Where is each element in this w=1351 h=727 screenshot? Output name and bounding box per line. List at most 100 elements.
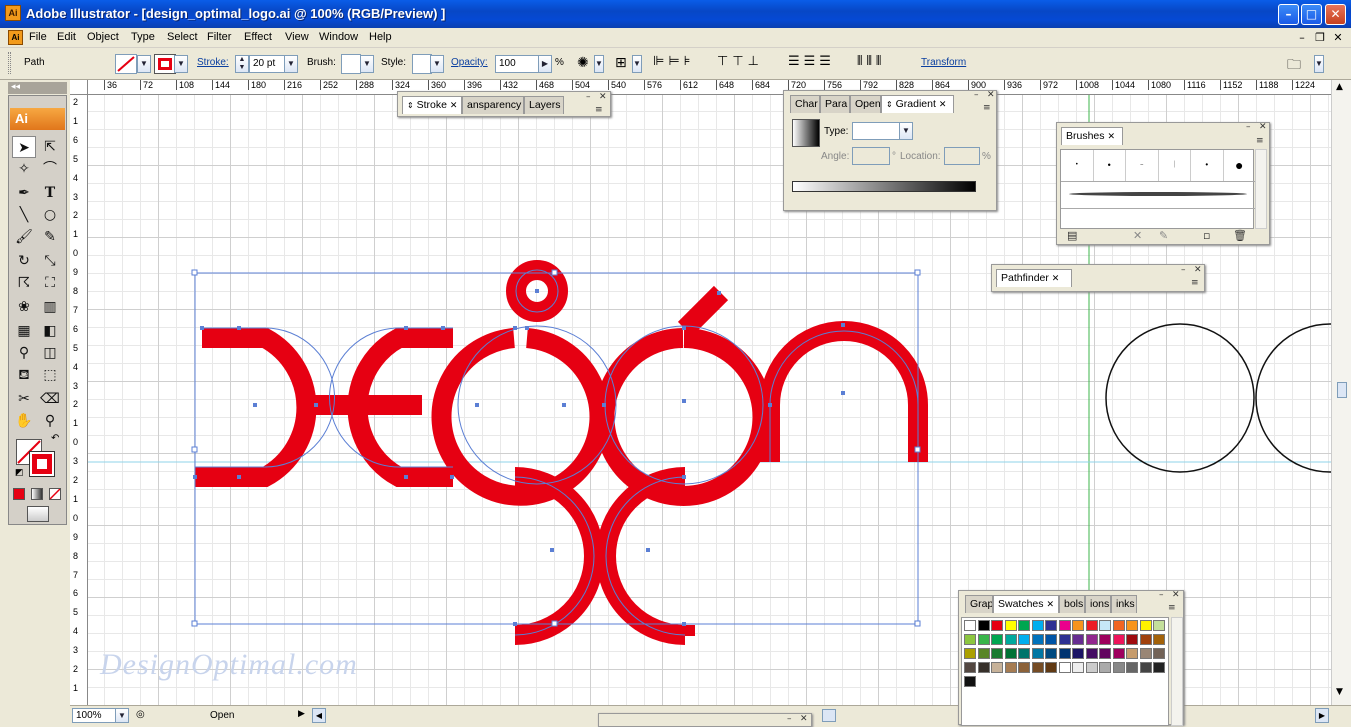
brush-stroke-charcoal[interactable] [1069, 192, 1247, 196]
zoom-tool-icon[interactable]: ⚲ [38, 410, 62, 432]
color-swatch[interactable] [1139, 662, 1152, 673]
color-swatch[interactable] [1085, 662, 1098, 673]
maximize-icon[interactable]: □ [1301, 4, 1322, 25]
vertical-scrollbar[interactable]: ▲ ▼ [1331, 80, 1351, 705]
fill-dropdown[interactable]: ▼ [137, 55, 151, 73]
color-swatch[interactable] [1099, 648, 1111, 659]
ruler-origin[interactable] [70, 80, 88, 95]
live-paint-tool-icon[interactable]: ⛾ [12, 364, 36, 386]
hand-tool-icon[interactable]: ✋ [12, 410, 36, 432]
grip-icon[interactable] [8, 52, 11, 74]
document-icon[interactable]: Ai [8, 30, 23, 45]
menu-type[interactable]: Type [131, 31, 155, 43]
style-swatch[interactable] [412, 54, 432, 74]
menu-help[interactable]: Help [369, 31, 392, 43]
brush-dropdown[interactable]: ▼ [360, 55, 374, 73]
color-swatch[interactable] [1112, 662, 1125, 673]
color-swatch[interactable] [991, 662, 1003, 673]
screen-mode-icon[interactable] [27, 506, 49, 522]
color-swatch[interactable] [991, 648, 1003, 659]
brush-swatch[interactable] [341, 54, 361, 74]
recolor-icon[interactable]: ✺ [577, 55, 589, 71]
tab-transparency[interactable]: ansparency [462, 96, 524, 114]
color-swatch[interactable] [991, 634, 1003, 645]
color-swatch[interactable] [1126, 662, 1138, 673]
color-swatch[interactable] [1126, 620, 1138, 631]
color-swatch[interactable] [1153, 620, 1165, 631]
color-swatch[interactable] [1031, 634, 1044, 645]
color-swatch[interactable] [1031, 662, 1044, 673]
brushes-menu-icon[interactable]: ≡ [1256, 136, 1264, 146]
collapsed-panel-close-icon[interactable]: ✕ [800, 714, 808, 724]
swatches-menu-icon[interactable]: ≡ [1168, 603, 1176, 613]
gradient-tool-icon[interactable]: ◧ [38, 320, 62, 342]
menu-file[interactable]: File [29, 31, 47, 43]
opacity-arrow[interactable]: ▶ [538, 55, 552, 73]
toolbox-collapse-icon[interactable]: ◂◂ [8, 82, 67, 94]
color-mode-icon[interactable] [13, 488, 25, 500]
color-swatch[interactable] [1112, 620, 1125, 631]
brush-libraries-icon[interactable]: ▤ [1067, 229, 1077, 242]
color-swatch[interactable] [1004, 662, 1017, 673]
transform-link[interactable]: Transform [921, 57, 966, 68]
gradient-panel-close-icon[interactable]: ✕ [987, 90, 995, 100]
color-swatch[interactable] [1072, 662, 1084, 673]
angle-input[interactable] [852, 147, 890, 165]
color-swatch[interactable] [1153, 662, 1165, 673]
panel-menu-dropdown[interactable]: ▼ [1314, 55, 1324, 73]
tab-swatches[interactable]: Swatches ✕ [993, 595, 1059, 613]
mesh-tool-icon[interactable]: ▦ [12, 320, 36, 342]
color-swatch[interactable] [1072, 620, 1084, 631]
color-swatch[interactable] [1072, 634, 1084, 645]
eyedropper-tool-icon[interactable]: ⚲ [12, 342, 36, 364]
color-swatch[interactable] [1126, 648, 1138, 659]
tab-layers[interactable]: Layers [524, 96, 564, 114]
type-tool-icon[interactable]: T [38, 182, 62, 204]
tab-links[interactable]: inks [1111, 595, 1137, 613]
recolor-dropdown[interactable]: ▼ [594, 55, 604, 73]
doc-restore-icon[interactable]: ❐ [1312, 30, 1328, 45]
reference-dropdown[interactable]: ▼ [632, 55, 642, 73]
rotate-tool-icon[interactable]: ↻ [12, 250, 36, 272]
tab-pathfinder[interactable]: Pathfinder ✕ [996, 269, 1072, 287]
menu-window[interactable]: Window [319, 31, 358, 43]
color-swatch[interactable] [1112, 648, 1125, 659]
color-swatch[interactable] [1099, 662, 1111, 673]
menu-object[interactable]: Object [87, 31, 119, 43]
symbol-sprayer-tool-icon[interactable]: ❀ [12, 296, 36, 318]
new-brush-icon[interactable]: ▫ [1203, 229, 1210, 242]
default-colors-icon[interactable]: ◩ [15, 468, 24, 478]
paintbrush-tool-icon[interactable]: 🖌 [12, 226, 36, 248]
color-swatch[interactable] [964, 662, 976, 673]
brush-2[interactable]: • [1094, 150, 1126, 181]
direct-selection-tool-icon[interactable]: ⇱ [38, 136, 62, 158]
color-swatch[interactable] [977, 662, 990, 673]
tab-paragraph[interactable]: Para [820, 95, 850, 113]
brush-6[interactable]: ● [1224, 150, 1256, 181]
version-cue-icon[interactable]: ◎ [136, 709, 145, 720]
doc-close-icon[interactable]: ✕ [1330, 30, 1346, 45]
color-swatch[interactable] [1072, 648, 1084, 659]
brush-options-icon[interactable]: ✎ [1159, 229, 1168, 242]
selection-tool-icon[interactable]: ➤ [12, 136, 36, 158]
doc-minimize-icon[interactable]: – [1294, 30, 1310, 45]
scroll-right-icon[interactable]: ▶ [1315, 708, 1329, 723]
color-swatch[interactable] [977, 620, 990, 631]
scroll-up-icon[interactable]: ▲ [1336, 82, 1343, 92]
zoom-input[interactable]: 100% [72, 708, 116, 723]
color-swatch[interactable] [1153, 634, 1165, 645]
color-swatch[interactable] [1004, 620, 1017, 631]
stroke-color-swatch[interactable] [154, 54, 176, 74]
color-swatch[interactable] [1045, 634, 1057, 645]
menu-effect[interactable]: Effect [244, 31, 272, 43]
tab-gradient[interactable]: ⇕ Gradient ✕ [881, 95, 954, 113]
pathfinder-minimize-icon[interactable]: – [1181, 265, 1186, 275]
color-swatch[interactable] [1004, 648, 1017, 659]
stroke-weight-dropdown[interactable]: ▼ [284, 55, 298, 73]
color-swatch[interactable] [1045, 662, 1057, 673]
color-swatch[interactable] [1031, 648, 1044, 659]
color-swatch[interactable] [1112, 634, 1125, 645]
align-top-icon[interactable]: ⊤⊤⊥ [717, 54, 763, 69]
brushes-minimize-icon[interactable]: – [1246, 122, 1251, 132]
tab-stroke[interactable]: ⇕ Stroke ✕ [402, 96, 462, 114]
